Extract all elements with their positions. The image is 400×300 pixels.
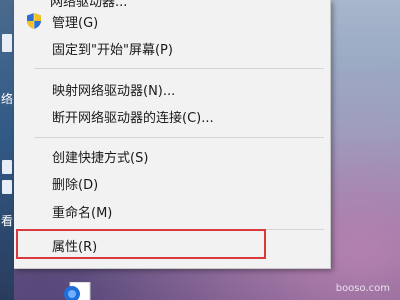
menu-item-label: 固定到"开始"屏幕(P) [52, 43, 173, 58]
menu-item-create-shortcut[interactable]: 创建快捷方式(S) [14, 144, 330, 168]
menu-item-label: 管理(G) [52, 16, 99, 31]
desktop-icon-label-fragment: 看 [1, 214, 14, 228]
menu-separator [34, 68, 324, 69]
menu-item-rename[interactable]: 重命名(M) [14, 199, 330, 223]
highlight-annotation [16, 229, 266, 259]
menu-item-label: 重命名(M) [52, 206, 113, 221]
desktop-icon-fragment[interactable] [2, 160, 12, 174]
menu-item-delete[interactable]: 删除(D) [14, 171, 330, 195]
menu-item-label: 创建快捷方式(S) [52, 151, 149, 166]
desktop-icon-label-fragment: 络 [1, 92, 14, 106]
menu-separator [34, 137, 324, 138]
desktop-left-edge: 络 看 [0, 0, 14, 300]
watermark-text: booso.com [335, 283, 390, 294]
context-menu: 网络驱动器... 管理(G) 固定到"开始"屏幕(P) 映射网络驱动器(N)..… [14, 0, 331, 269]
menu-item-map-network-drive[interactable]: 映射网络驱动器(N)... [14, 77, 330, 101]
menu-item-label: 删除(D) [52, 178, 99, 193]
desktop-file-icon[interactable] [60, 282, 94, 300]
menu-item-disconnect-network-drive[interactable]: 断开网络驱动器的连接(C)... [14, 104, 330, 128]
menu-item-label: 断开网络驱动器的连接(C)... [52, 111, 214, 126]
desktop-icon-fragment[interactable] [2, 34, 12, 52]
menu-item-label: 映射网络驱动器(N)... [52, 84, 176, 99]
menu-item-pin-to-start[interactable]: 固定到"开始"屏幕(P) [14, 36, 330, 60]
menu-item-manage[interactable]: 管理(G) [14, 9, 330, 33]
desktop-icon-fragment[interactable] [2, 180, 12, 194]
uac-shield-icon [27, 13, 41, 29]
